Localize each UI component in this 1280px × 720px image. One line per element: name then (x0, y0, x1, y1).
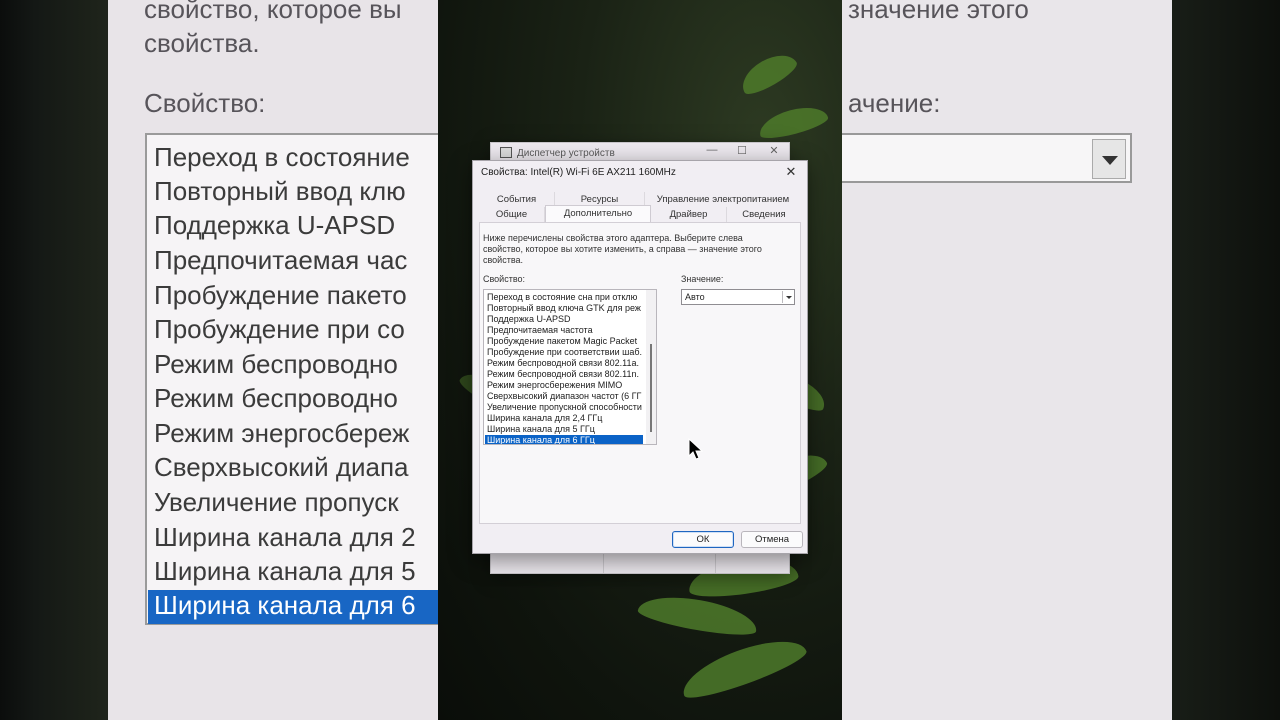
chevron-down-icon[interactable] (782, 291, 793, 303)
zoomed-property-label: Свойство: (144, 88, 266, 118)
background-zoom-right: значение этого ачение: (842, 0, 1280, 720)
maximize-button[interactable]: ☐ (727, 144, 757, 157)
zoomed-text-line: свойства. (144, 28, 260, 58)
dialog-title: Свойства: Intel(R) Wi-Fi 6E AX211 160MHz (481, 167, 676, 178)
tab-driver[interactable]: Драйвер (651, 207, 727, 222)
list-item[interactable]: Увеличение пропускной способности (487, 402, 642, 413)
list-item[interactable]: Режим беспроводной связи 802.11a. (487, 358, 639, 369)
list-item[interactable]: Сверхвысокий диапазон частот (6 ГГ (487, 391, 641, 402)
minimize-button[interactable]: — (697, 144, 727, 156)
zoomed-text-line: свойство, которое вы (144, 0, 402, 24)
zoomed-value-label: ачение: (848, 88, 941, 118)
value-label: Значение: (681, 274, 724, 284)
zoomed-list-row: Повторный ввод клю (154, 176, 406, 206)
properties-dialog: Свойства: Intel(R) Wi-Fi 6E AX211 160MHz… (472, 160, 808, 554)
scrollbar-thumb[interactable] (650, 344, 652, 432)
tab-power-management[interactable]: Управление электропитанием (645, 192, 801, 207)
zoomed-list-row: Поддержка U-APSD (154, 210, 396, 240)
tab-general[interactable]: Общие (479, 207, 545, 222)
tab-advanced[interactable]: Дополнительно (545, 205, 651, 223)
fern-leaf (735, 46, 801, 100)
zoomed-list-row: Режим беспроводно (154, 383, 398, 413)
list-item[interactable]: Переход в состояние сна при отклю (487, 292, 637, 303)
list-item[interactable]: Режим беспроводной связи 802.11n. (487, 369, 639, 380)
list-item[interactable]: Поддержка U-APSD (487, 314, 570, 325)
zoomed-list-row: Пробуждение при со (154, 314, 405, 344)
fern-leaf (636, 589, 760, 641)
property-list[interactable]: Переход в состояние сна при отклю Повтор… (483, 289, 657, 445)
chevron-down-icon (1092, 139, 1126, 179)
list-item[interactable]: Режим энергосбережения MIMO (487, 380, 622, 391)
background-zoom-left: свойство, которое вы свойства. Свойство:… (0, 0, 438, 720)
tab-details[interactable]: Сведения (727, 207, 801, 222)
zoomed-selected-row-label: Ширина канала для 6 (154, 590, 416, 620)
fern-leaf (756, 101, 830, 143)
tab-events[interactable]: События (479, 192, 555, 207)
zoomed-selected-row: Ширина канала для 6 (148, 590, 438, 624)
list-item[interactable]: Пробуждение пакетом Magic Packet (487, 336, 637, 347)
zoomed-list-row: Увеличение пропуск (154, 487, 399, 517)
zoomed-list-row: Ширина канала для 2 (154, 522, 416, 552)
zoomed-list-row: Режим беспроводно (154, 349, 398, 379)
value-select-text: Авто (685, 292, 705, 302)
zoomed-text-line: значение этого (848, 0, 1029, 24)
cancel-button[interactable]: Отмена (741, 531, 803, 548)
list-scrollbar[interactable] (646, 290, 656, 444)
mouse-cursor-icon (688, 438, 704, 460)
close-icon[interactable]: ✕ (781, 163, 801, 181)
list-item[interactable]: Предпочитаемая частота (487, 325, 593, 336)
zoomed-list-row: Пробуждение пакето (154, 280, 407, 310)
zoomed-list-row: Предпочитаемая час (154, 245, 408, 275)
zoomed-list-row: Сверхвысокий диапа (154, 452, 409, 482)
zoomed-value-combo (842, 133, 1132, 183)
list-item[interactable]: Ширина канала для 5 ГГц (487, 424, 595, 435)
device-manager-icon (500, 147, 512, 158)
zoomed-list-row: Переход в состояние (154, 142, 410, 172)
fern-leaf (676, 628, 810, 706)
value-select[interactable]: Авто (681, 289, 795, 305)
ok-button[interactable]: ОК (672, 531, 734, 548)
zoomed-list-row: Режим энергосбереж (154, 418, 410, 448)
property-label: Свойство: (483, 274, 526, 284)
list-item[interactable]: Ширина канала для 2,4 ГГц (487, 413, 602, 424)
list-item[interactable]: Пробуждение при соответствии шаб. (487, 347, 642, 358)
list-item[interactable]: Повторный ввод ключа GTK для реж (487, 303, 641, 314)
tab-row-bottom: Общие Дополнительно Драйвер Сведения (479, 205, 801, 223)
description-text: Ниже перечислены свойства этого адаптера… (483, 233, 762, 265)
zoomed-list-row: Ширина канала для 5 (154, 556, 416, 586)
close-button[interactable]: ✕ (759, 144, 789, 157)
device-manager-title: Диспетчер устройств (517, 148, 615, 159)
list-item-selected[interactable]: Ширина канала для 6 ГГц (485, 435, 643, 444)
